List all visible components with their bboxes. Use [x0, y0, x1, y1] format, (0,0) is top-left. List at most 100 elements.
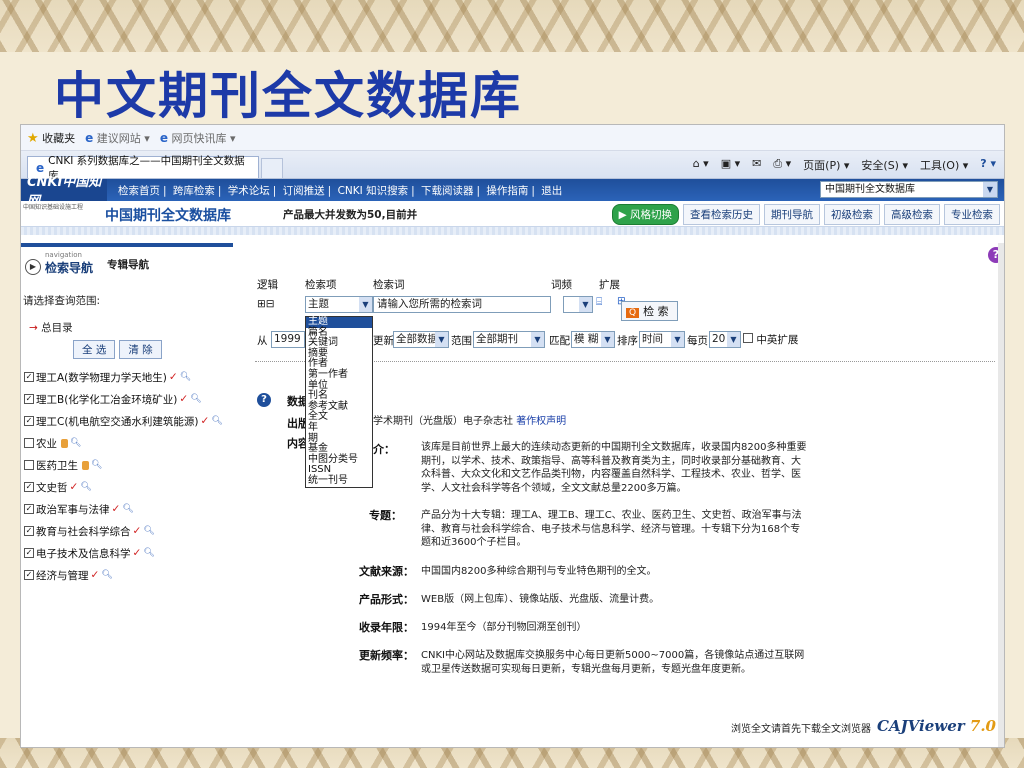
match-select[interactable]: 模 糊 ▼	[571, 331, 615, 348]
category-item[interactable]: ✓ 教育与社会科学综合 ✓ 🔍︎	[24, 520, 233, 542]
select-all-button[interactable]: 全 选	[73, 340, 116, 359]
field-select[interactable]: 主题 ▼	[305, 296, 373, 313]
cnki-logo[interactable]: CNKI中国知网	[21, 175, 107, 209]
database-select[interactable]: 中国期刊全文数据库 ▼	[820, 181, 998, 198]
search-history-button[interactable]: 查看检索历史	[683, 204, 760, 225]
link-logout[interactable]: 退出	[541, 185, 562, 197]
field-option[interactable]: 主题	[306, 316, 372, 328]
database-select-value: 中国期刊全文数据库	[825, 184, 915, 195]
concurrency-notice: 产品最大并发数为50,目前并	[283, 209, 418, 221]
tools-menu[interactable]: 工具(O) ▾	[920, 157, 968, 173]
link-guide[interactable]: 操作指南	[486, 185, 528, 197]
tab-subject-nav[interactable]: 专辑导航	[107, 257, 149, 272]
category-checkbox[interactable]: ✓	[24, 482, 34, 492]
magnifier-icon[interactable]: 🔍︎	[143, 548, 154, 558]
feeds-icon[interactable]: ▣ ▾	[721, 157, 740, 173]
link-subscribe[interactable]: 订阅推送	[283, 185, 325, 197]
style-switch-button[interactable]: ▶ 风格切换	[611, 204, 679, 225]
category-item[interactable]: ✓ 电子技术及信息科学 ✓ 🔍︎	[24, 542, 233, 564]
magnifier-icon[interactable]: 🔍︎	[211, 416, 222, 426]
scope-select[interactable]: 全部期刊 ▼	[473, 331, 545, 348]
magnifier-icon[interactable]: 🔍︎	[80, 482, 91, 492]
database-title: 中国期刊全文数据库	[105, 208, 231, 224]
per-page-select[interactable]: 20 ▼	[709, 331, 741, 348]
cajviewer-note: 浏览全文请首先下载全文浏览器	[731, 724, 871, 735]
print-icon[interactable]: ⎙ ▾	[773, 157, 791, 173]
category-item[interactable]: ✓ 理工A(数学物理力学天地生) ✓ 🔍︎	[24, 366, 233, 388]
format-text: WEB版（网上包库）、镜像站版、光盘版、流量计费。	[421, 594, 660, 605]
scrollbar[interactable]	[998, 243, 1004, 747]
category-list: ✓ 理工A(数学物理力学天地生) ✓ 🔍︎ ✓ 理工B(化学化工冶金环境矿业) ✓ 🔍︎ ✓ 理工…	[21, 366, 233, 586]
field-option[interactable]: 年	[306, 422, 372, 434]
field-option[interactable]: 第一作者	[306, 369, 372, 381]
cn-en-expand-checkbox[interactable]: 中英扩展	[743, 332, 798, 347]
basic-search-button[interactable]: 初级检索	[824, 204, 880, 225]
category-item[interactable]: 农业 🔍︎	[24, 432, 233, 454]
category-checkbox[interactable]: ✓	[24, 504, 34, 514]
magnifier-icon[interactable]: 🔍︎	[101, 570, 112, 580]
category-checkbox[interactable]: ✓	[24, 526, 34, 536]
category-checkbox[interactable]	[24, 438, 34, 448]
link-cross-db[interactable]: 跨库检索	[173, 185, 215, 197]
safety-menu[interactable]: 安全(S) ▾	[861, 157, 908, 173]
category-checkbox[interactable]: ✓	[24, 548, 34, 558]
search-button[interactable]: Q检 索	[621, 301, 678, 321]
copyright-link[interactable]: 著作权声明	[516, 416, 566, 427]
clear-button[interactable]: 清 除	[119, 340, 162, 359]
favorites-button[interactable]: ★ 收藏夹	[27, 130, 75, 146]
magnifier-icon[interactable]: 🔍︎	[143, 526, 154, 536]
catalog-root[interactable]: → 总目录	[29, 320, 233, 335]
link-knowledge-search[interactable]: CNKI 知识搜索	[338, 185, 409, 197]
magnifier-icon[interactable]: 🔍︎	[122, 504, 133, 514]
advanced-search-button[interactable]: 高级检索	[884, 204, 940, 225]
new-tab-button[interactable]	[261, 158, 283, 178]
category-item[interactable]: ✓ 经济与管理 ✓ 🔍︎	[24, 564, 233, 586]
frequency-text: CNKI中心网站及数据库交换服务中心每日更新5000~7000篇，各镜像站点通过…	[421, 650, 805, 675]
webslice-button[interactable]: e 网页快讯库 ▾	[160, 130, 236, 146]
cajviewer-promo[interactable]: 浏览全文请首先下载全文浏览器 CAJViewer 7.0	[731, 717, 996, 735]
update-label: 更新	[373, 335, 394, 347]
logic-toggle[interactable]: ⊞⊟	[257, 298, 275, 310]
category-checkbox[interactable]: ✓	[24, 394, 34, 404]
frequency-select[interactable]: ▼	[563, 296, 593, 313]
category-checkbox[interactable]	[24, 460, 34, 470]
decorative-border-top	[0, 0, 1024, 52]
expert-search-button[interactable]: 专业检索	[944, 204, 1000, 225]
link-home[interactable]: 检索首页	[118, 185, 160, 197]
favorites-label: 收藏夹	[42, 131, 76, 145]
category-item[interactable]: ✓ 理工C(机电航空交通水利建筑能源) ✓ 🔍︎	[24, 410, 233, 432]
search-term-input[interactable]: 请输入您所需的检索词	[373, 296, 551, 313]
from-label: 从	[257, 335, 268, 347]
help-icon[interactable]: ? ▾	[980, 157, 996, 173]
mail-icon[interactable]: ✉	[752, 157, 761, 173]
home-icon[interactable]: ⌂ ▾	[693, 157, 709, 173]
link-download-reader[interactable]: 下载阅读器	[421, 185, 474, 197]
category-item[interactable]: ✓ 理工B(化学化工冶金环境矿业) ✓ 🔍︎	[24, 388, 233, 410]
nav-title: 检索导航	[45, 261, 94, 275]
checkbox-box	[743, 333, 753, 343]
journal-nav-button[interactable]: 期刊导航	[764, 204, 820, 225]
field-option[interactable]: 统一刊号	[306, 475, 372, 487]
magnifier-icon[interactable]: 🔍︎	[70, 438, 81, 448]
category-checkbox[interactable]: ✓	[24, 416, 34, 426]
update-select[interactable]: 全部数据 ▼	[393, 331, 449, 348]
category-item[interactable]: ✓ 文史哲 ✓ 🔍︎	[24, 476, 233, 498]
category-checkbox[interactable]: ✓	[24, 372, 34, 382]
ie-icon: e	[85, 130, 94, 145]
cn-en-expand-label: 中英扩展	[756, 334, 799, 346]
slide-title: 中文期刊全文数据库	[54, 66, 522, 125]
check-icon: ✓	[168, 371, 178, 383]
category-item[interactable]: ✓ 政治军事与法律 ✓ 🔍︎	[24, 498, 233, 520]
page-menu[interactable]: 页面(P) ▾	[803, 157, 849, 173]
from-year-select[interactable]: 1999	[271, 331, 305, 348]
category-item[interactable]: 医药卫生 🔍︎	[24, 454, 233, 476]
link-forum[interactable]: 学术论坛	[228, 185, 270, 197]
play-icon: ▶	[25, 259, 41, 275]
expand-icon[interactable]: ⌸	[596, 296, 602, 309]
magnifier-icon[interactable]: 🔍︎	[190, 394, 201, 404]
magnifier-icon[interactable]: 🔍︎	[180, 372, 191, 382]
sort-select[interactable]: 时间 ▼	[639, 331, 685, 348]
suggested-sites-button[interactable]: e 建议网站 ▾	[85, 130, 150, 146]
magnifier-icon[interactable]: 🔍︎	[91, 460, 102, 470]
category-checkbox[interactable]: ✓	[24, 570, 34, 580]
